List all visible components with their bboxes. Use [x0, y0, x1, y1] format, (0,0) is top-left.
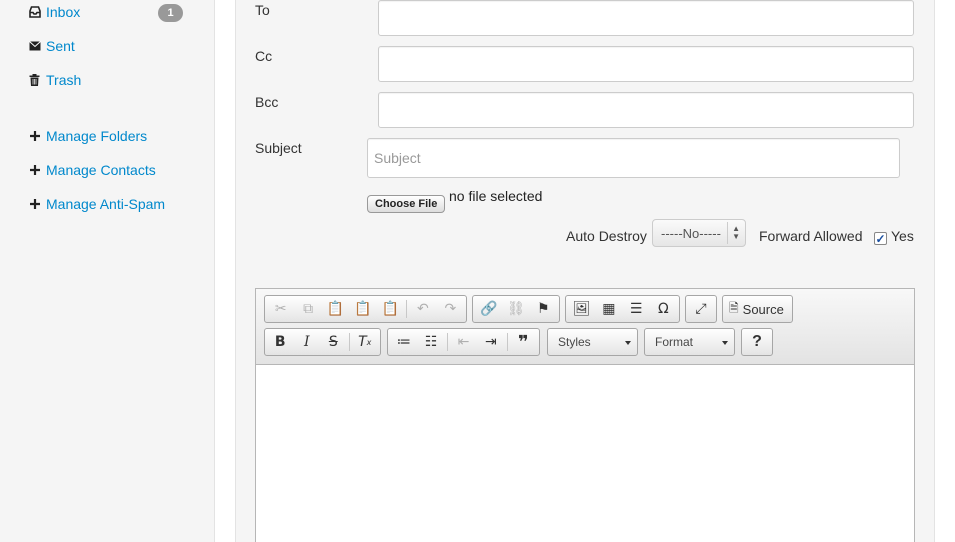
insert-group: 🖼 ▦ ☰ Ω: [565, 295, 680, 323]
sidebar-item-sent[interactable]: Sent: [28, 36, 75, 56]
auto-destroy-label: Auto Destroy: [566, 228, 647, 244]
remove-format-icon[interactable]: Tx: [352, 330, 379, 354]
envelope-icon: [28, 40, 41, 53]
subject-input[interactable]: [368, 139, 899, 177]
italic-icon[interactable]: I: [294, 330, 321, 354]
inbox-icon: [28, 6, 41, 19]
subject-field[interactable]: [367, 138, 900, 178]
forward-allowed-label: Forward Allowed: [759, 228, 863, 244]
source-button[interactable]: 🗎 Source: [722, 295, 793, 323]
paste-word-icon[interactable]: 📋: [377, 297, 404, 321]
help-icon: ?: [752, 333, 762, 350]
subject-label: Subject: [255, 140, 302, 156]
sidebar: Inbox 1 Sent Trash Manage Folders Manage…: [0, 0, 215, 542]
auto-destroy-value: -----No-----: [661, 225, 721, 241]
cc-label: Cc: [255, 48, 273, 64]
plus-icon: [28, 164, 41, 177]
horizontal-line-icon[interactable]: ☰: [623, 297, 650, 321]
chevron-down-icon: [625, 341, 631, 345]
format-label: Format: [655, 335, 694, 349]
sidebar-item-label: Sent: [46, 38, 75, 54]
plus-icon: [28, 130, 41, 143]
bold-icon[interactable]: B: [267, 330, 294, 354]
trash-icon: [28, 74, 41, 87]
forward-allowed-checkbox[interactable]: ✓: [874, 231, 887, 246]
source-label: Source: [742, 301, 784, 317]
maximize-icon[interactable]: ⤢: [688, 297, 714, 321]
anchor-flag-icon[interactable]: ⚑: [530, 297, 557, 321]
cc-field[interactable]: [378, 46, 914, 82]
format-dropdown[interactable]: Format: [644, 328, 735, 356]
bulleted-list-icon[interactable]: ☷: [417, 330, 444, 354]
clipboard-group: ✂ ⧉ 📋 📋 📋 ↶ ↷: [264, 295, 467, 323]
styles-dropdown[interactable]: Styles: [547, 328, 638, 356]
outdent-icon[interactable]: ⇤: [450, 330, 477, 354]
maximize-group: ⤢: [685, 295, 717, 323]
sidebar-item-manage-antispam[interactable]: Manage Anti-Spam: [28, 194, 165, 214]
sidebar-item-label: Inbox: [46, 4, 81, 20]
sidebar-item-label: Manage Contacts: [46, 162, 156, 178]
help-button[interactable]: ?: [741, 328, 773, 356]
inbox-count-badge: 1: [158, 4, 183, 22]
to-label: To: [255, 2, 270, 18]
bcc-label: Bcc: [255, 94, 279, 110]
bcc-field[interactable]: [378, 92, 914, 128]
editor-content-area[interactable]: [256, 365, 914, 542]
editor-toolbar: ✂ ⧉ 📋 📋 📋 ↶ ↷ 🔗 ⛓ ⚑ 🖼 ▦ ☰ Ω ⤢ 🗎 Source B…: [256, 289, 914, 365]
chevron-down-icon: [722, 341, 728, 345]
bcc-input[interactable]: [379, 93, 913, 127]
paste-text-icon[interactable]: 📋: [349, 297, 376, 321]
image-icon[interactable]: 🖼: [568, 297, 595, 321]
numbered-list-icon[interactable]: ≔: [390, 330, 417, 354]
to-field[interactable]: [378, 0, 914, 36]
cut-icon[interactable]: ✂: [267, 297, 294, 321]
copy-icon[interactable]: ⧉: [294, 297, 321, 321]
select-arrows-icon: ▲ ▼: [732, 224, 740, 241]
link-group: 🔗 ⛓ ⚑: [472, 295, 560, 323]
paste-icon[interactable]: 📋: [322, 297, 349, 321]
sidebar-item-label: Manage Folders: [46, 128, 148, 144]
rich-text-editor: ✂ ⧉ 📋 📋 📋 ↶ ↷ 🔗 ⛓ ⚑ 🖼 ▦ ☰ Ω ⤢ 🗎 Source B…: [255, 288, 915, 542]
redo-icon[interactable]: ↷: [437, 297, 464, 321]
sidebar-item-label: Manage Anti-Spam: [46, 196, 166, 212]
cc-input[interactable]: [379, 47, 913, 81]
sidebar-item-label: Trash: [46, 72, 82, 88]
basic-styles-group: B I S Tx: [264, 328, 381, 356]
strikethrough-icon[interactable]: S: [320, 330, 347, 354]
sidebar-item-trash[interactable]: Trash: [28, 70, 81, 90]
list-group: ≔ ☷ ⇤ ⇥ ❞: [387, 328, 540, 356]
link-icon[interactable]: 🔗: [475, 297, 502, 321]
sidebar-item-manage-folders[interactable]: Manage Folders: [28, 126, 147, 146]
indent-icon[interactable]: ⇥: [477, 330, 504, 354]
table-icon[interactable]: ▦: [595, 297, 622, 321]
sidebar-item-inbox[interactable]: Inbox: [28, 2, 80, 22]
undo-icon[interactable]: ↶: [409, 297, 436, 321]
source-icon: 🗎: [729, 300, 739, 315]
styles-label: Styles: [558, 335, 591, 349]
file-status-text: no file selected: [449, 188, 543, 204]
auto-destroy-select[interactable]: -----No----- ▲ ▼: [652, 219, 746, 247]
special-char-icon[interactable]: Ω: [650, 297, 677, 321]
blockquote-icon[interactable]: ❞: [510, 330, 537, 354]
unlink-icon[interactable]: ⛓: [502, 297, 529, 321]
to-input[interactable]: [379, 1, 913, 35]
check-icon: ✓: [875, 231, 886, 246]
forward-allowed-yes-label: Yes: [891, 228, 914, 244]
sidebar-item-manage-contacts[interactable]: Manage Contacts: [28, 160, 156, 180]
choose-file-button[interactable]: Choose File: [367, 195, 446, 213]
plus-icon: [28, 198, 41, 211]
